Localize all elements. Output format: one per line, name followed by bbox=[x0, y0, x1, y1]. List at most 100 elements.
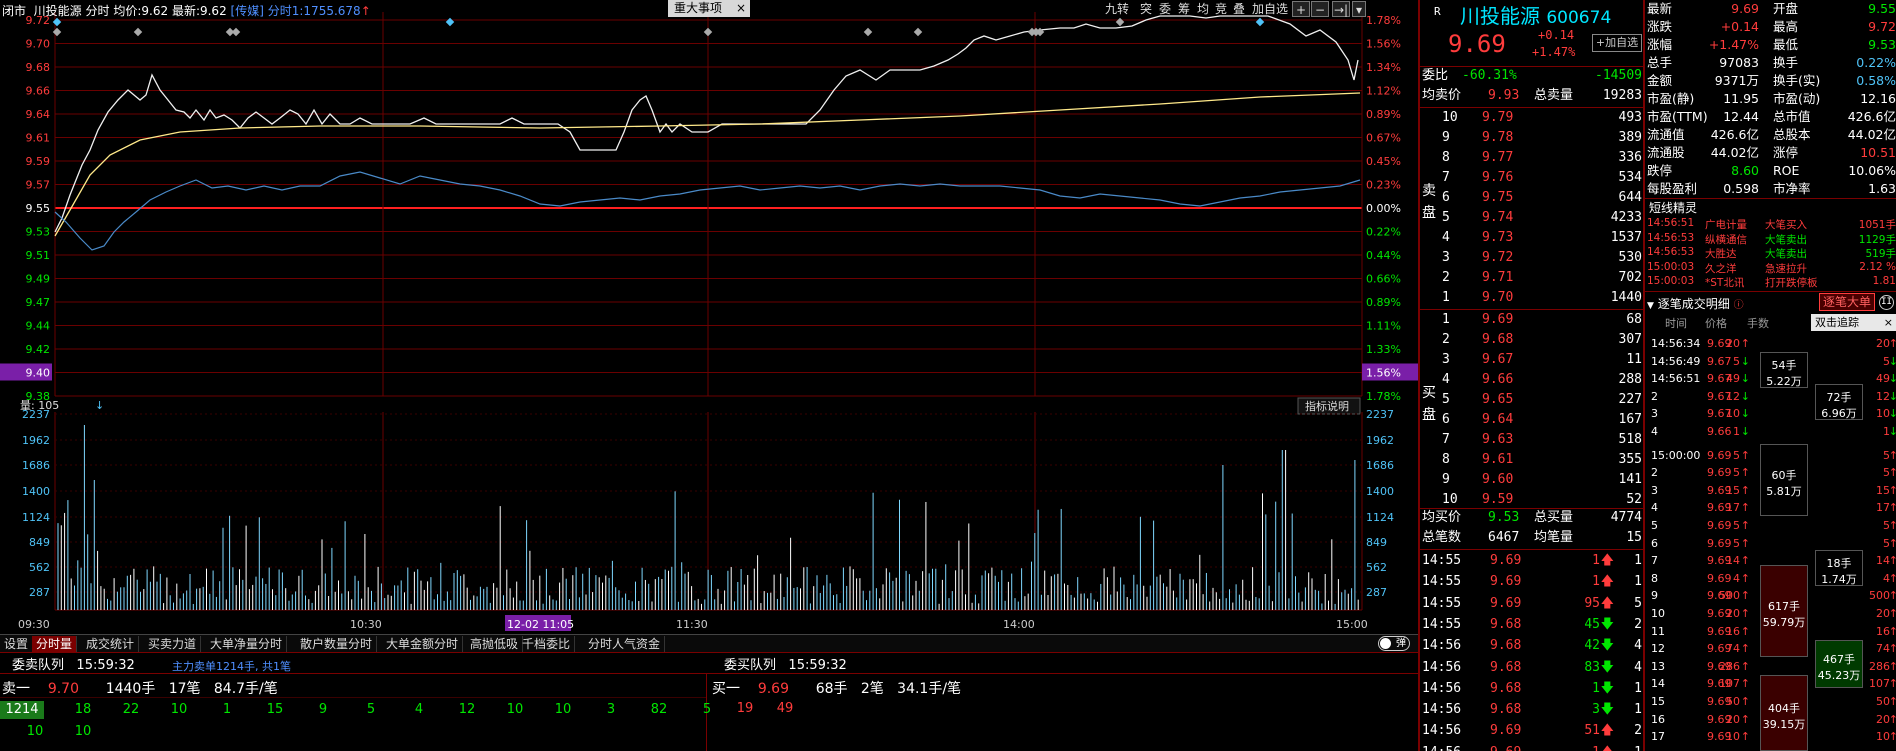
tick-row[interactable]: 14:56 9.69 51 🡅 2 bbox=[1422, 721, 1642, 741]
big-order-box[interactable]: 18手 1.74万 bbox=[1815, 550, 1863, 586]
toolbar-button-6[interactable]: 叠 bbox=[1230, 1, 1248, 17]
tick-row[interactable]: 14:56 9.68 83 🡇 4 bbox=[1422, 658, 1642, 678]
order-level-row[interactable]: 6 9.75 644 bbox=[1420, 188, 1642, 208]
tab-4[interactable]: 大单净量分时 bbox=[206, 636, 288, 652]
deal-volume: 5 bbox=[1733, 448, 1740, 462]
volume-tick: 1962 bbox=[1366, 434, 1394, 447]
order-level-row[interactable]: 4 9.66 288 bbox=[1420, 370, 1642, 390]
arrow-up-icon: ↑ bbox=[1740, 607, 1750, 620]
event-marker-icon[interactable] bbox=[1255, 17, 1265, 27]
tick-row[interactable]: 14:56 9.68 3 🡇 1 bbox=[1422, 700, 1642, 720]
big-order-box[interactable]: 72手 6.96万 bbox=[1815, 384, 1863, 420]
intraday-chart-area[interactable]: 9.72 9.70 9.68 9.66 9.64 9.61 9.59 9.57 9.55 9.53… bbox=[0, 0, 1418, 636]
toolbar-button-1[interactable]: 突 bbox=[1137, 1, 1155, 17]
event-marker-icon[interactable] bbox=[863, 27, 873, 37]
tick-row[interactable]: 14:55 9.69 1 🡅 1 bbox=[1422, 551, 1642, 571]
triangle-down-icon[interactable]: ▼ bbox=[1647, 301, 1654, 311]
order-level-row[interactable]: 10 9.59 52 bbox=[1420, 490, 1642, 510]
add-watchlist-button[interactable]: +加自选 bbox=[1592, 34, 1642, 52]
order-level-row[interactable]: 5 9.65 227 bbox=[1420, 390, 1642, 410]
big-order-box[interactable]: 54手 5.22万 bbox=[1760, 352, 1808, 388]
deal-row[interactable]: 14:56:34 9.69 20 ↑ 20 ↑ bbox=[1647, 334, 1896, 353]
event-marker-icon[interactable] bbox=[913, 27, 923, 37]
order-level-row[interactable]: 8 9.61 355 bbox=[1420, 450, 1642, 470]
total-trades-label: 总笔数 bbox=[1422, 530, 1462, 545]
close-icon[interactable]: × bbox=[1884, 314, 1893, 331]
tick-row[interactable]: 14:569.691🡅1 bbox=[1422, 743, 1642, 751]
order-level-row[interactable]: 3 9.67 11 bbox=[1420, 350, 1642, 370]
order-level-row[interactable]: 7 9.76 534 bbox=[1420, 168, 1642, 188]
tab-2[interactable]: 成交统计 bbox=[82, 636, 140, 652]
big-order-box[interactable]: 617手 59.79万 bbox=[1760, 565, 1808, 657]
tab-6[interactable]: 大单金额分时 bbox=[382, 636, 464, 652]
tab-8[interactable]: 千档委比 bbox=[518, 636, 576, 652]
event-marker-icon[interactable] bbox=[52, 27, 62, 37]
tab-1[interactable]: 分时量 bbox=[32, 636, 78, 652]
order-level-row[interactable]: 1 9.69 68 bbox=[1420, 310, 1642, 330]
big-deals-button[interactable]: 逐笔大单 bbox=[1819, 293, 1875, 311]
sell-queue-time: 15:59:32 bbox=[76, 658, 135, 673]
popup-toggle[interactable]: 弹 bbox=[1378, 636, 1410, 651]
toolbar-button-3[interactable]: 筹 bbox=[1175, 1, 1193, 17]
order-level-row[interactable]: 5 9.74 4233 bbox=[1420, 208, 1642, 228]
big-order-box[interactable]: 60手 5.81万 bbox=[1760, 444, 1808, 516]
deal-row[interactable]: 4 9.66 1 ↓ 1 ↓ bbox=[1647, 422, 1896, 441]
short-line-row[interactable]: 15:00:03 久之洋 急速拉升 2.12 % bbox=[1647, 261, 1896, 275]
order-level-row[interactable]: 3 9.72 530 bbox=[1420, 248, 1642, 268]
tab-0[interactable]: 设置 bbox=[0, 636, 34, 652]
toolbar-button-2[interactable]: 委 bbox=[1156, 1, 1174, 17]
order-level-row[interactable]: 7 9.63 518 bbox=[1420, 430, 1642, 450]
event-marker-icon[interactable] bbox=[52, 17, 62, 27]
order-level-row[interactable]: 4 9.73 1537 bbox=[1420, 228, 1642, 248]
tick-row[interactable]: 14:55 9.68 45 🡇 2 bbox=[1422, 615, 1642, 635]
order-level-row[interactable]: 8 9.77 336 bbox=[1420, 148, 1642, 168]
tick-row[interactable]: 14:56 9.68 42 🡇 4 bbox=[1422, 636, 1642, 656]
event-tab[interactable]: 重大事项 × bbox=[668, 0, 750, 17]
event-marker-icon[interactable] bbox=[703, 27, 713, 37]
order-level-row[interactable]: 2 9.71 702 bbox=[1420, 268, 1642, 288]
tab-5[interactable]: 散户数量分时 bbox=[296, 636, 378, 652]
event-marker-icon[interactable] bbox=[231, 27, 241, 37]
sector-tag[interactable]: [传媒] bbox=[231, 4, 264, 18]
tick-row[interactable]: 14:55 9.69 95 🡅 5 bbox=[1422, 594, 1642, 614]
info-icon[interactable]: ⓘ bbox=[1734, 300, 1744, 311]
short-line-row[interactable]: 14:56:53 大胜达 大笔卖出 519手 bbox=[1647, 246, 1896, 260]
short-line-row[interactable]: 15:00:03 *ST北讯 打开跌停板 1.81 bbox=[1647, 275, 1896, 289]
order-level-row[interactable]: 6 9.64 167 bbox=[1420, 410, 1642, 430]
toolbar-button-8[interactable]: + bbox=[1292, 1, 1310, 17]
toolbar-button-7[interactable]: 加自选 bbox=[1250, 1, 1290, 17]
order-level-row[interactable]: 9 9.60 141 bbox=[1420, 470, 1642, 490]
deal-row[interactable]: 5 9.69 5 ↑ 5 ↑ bbox=[1647, 516, 1896, 535]
order-level-row[interactable]: 1 9.70 1440 bbox=[1420, 288, 1642, 308]
big-order-box[interactable]: 404手 39.15万 bbox=[1760, 675, 1808, 751]
short-line-row[interactable]: 14:56:51 广电计量 大笔买入 1051手 bbox=[1647, 217, 1896, 231]
arrow-up-icon: ↑ bbox=[1740, 571, 1750, 585]
toolbar-button-11[interactable]: ▾ bbox=[1352, 1, 1366, 17]
tab-9[interactable]: 分时人气资金 bbox=[584, 636, 666, 652]
order-level-row[interactable]: 2 9.68 307 bbox=[1420, 330, 1642, 350]
track-popup[interactable]: 双击追踪 × bbox=[1811, 314, 1896, 331]
stat-row: 最新 9.69 开盘 9.55 bbox=[1647, 0, 1896, 18]
tab-7[interactable]: 高抛低吸 bbox=[466, 636, 524, 652]
short-line-row[interactable]: 14:56:53 纵横通信 大笔卖出 1129手 bbox=[1647, 232, 1896, 246]
toolbar-button-4[interactable]: 均 bbox=[1194, 1, 1212, 17]
tick-row[interactable]: 14:56 9.68 1 🡇 1 bbox=[1422, 679, 1642, 699]
toolbar-button-9[interactable]: − bbox=[1311, 1, 1329, 17]
event-marker-icon[interactable] bbox=[1115, 17, 1125, 27]
toolbar-button-5[interactable]: 竞 bbox=[1212, 1, 1230, 17]
close-icon[interactable]: × bbox=[736, 0, 750, 17]
order-level-row[interactable]: 9 9.78 389 bbox=[1420, 128, 1642, 148]
pause-icon[interactable]: II bbox=[1879, 295, 1894, 310]
tick-row[interactable]: 14:55 9.69 1 🡅 1 bbox=[1422, 572, 1642, 592]
event-marker-icon[interactable] bbox=[133, 27, 143, 37]
intraday-chart[interactable]: 9.729.709.689.669.649.619.599.579.559.53… bbox=[0, 0, 1418, 634]
toolbar-button-0[interactable]: 九转 bbox=[1102, 1, 1132, 17]
tab-3[interactable]: 买卖力道 bbox=[144, 636, 202, 652]
event-marker-icon[interactable] bbox=[445, 17, 455, 27]
toolbar-button-10[interactable]: →| bbox=[1332, 1, 1350, 17]
order-level-row[interactable]: 10 9.79 493 bbox=[1420, 108, 1642, 128]
big-order-box[interactable]: 467手 45.23万 bbox=[1815, 640, 1863, 688]
level-price: 9.68 bbox=[1482, 332, 1514, 347]
tick-time: 14:56 bbox=[1422, 638, 1462, 654]
arrow-up-icon: 🡅 bbox=[1600, 595, 1614, 611]
